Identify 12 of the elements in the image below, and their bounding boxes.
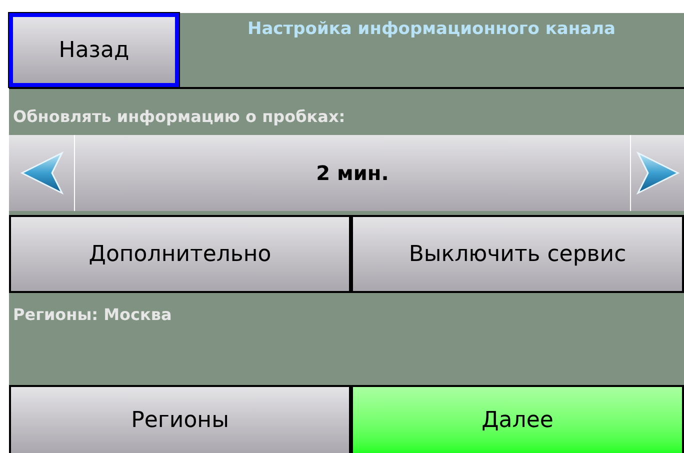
update-label: Обновлять информацию о пробках: xyxy=(12,106,346,128)
option-button[interactable]: Выключить сервис xyxy=(351,215,684,293)
previous-button[interactable] xyxy=(9,135,75,211)
next-button[interactable] xyxy=(630,135,684,211)
back-button[interactable]: Назад xyxy=(9,13,179,87)
bottom-button[interactable]: Регионы xyxy=(9,385,351,453)
screen-title: Настройка информационного канала xyxy=(246,18,617,41)
bottom-button[interactable]: Далее xyxy=(351,385,684,453)
right-arrow-icon xyxy=(634,151,682,195)
interval-value: 2 мин. xyxy=(75,135,630,211)
regions-text: Регионы: Москва xyxy=(12,304,173,326)
option-button[interactable]: Дополнительно xyxy=(9,215,351,293)
